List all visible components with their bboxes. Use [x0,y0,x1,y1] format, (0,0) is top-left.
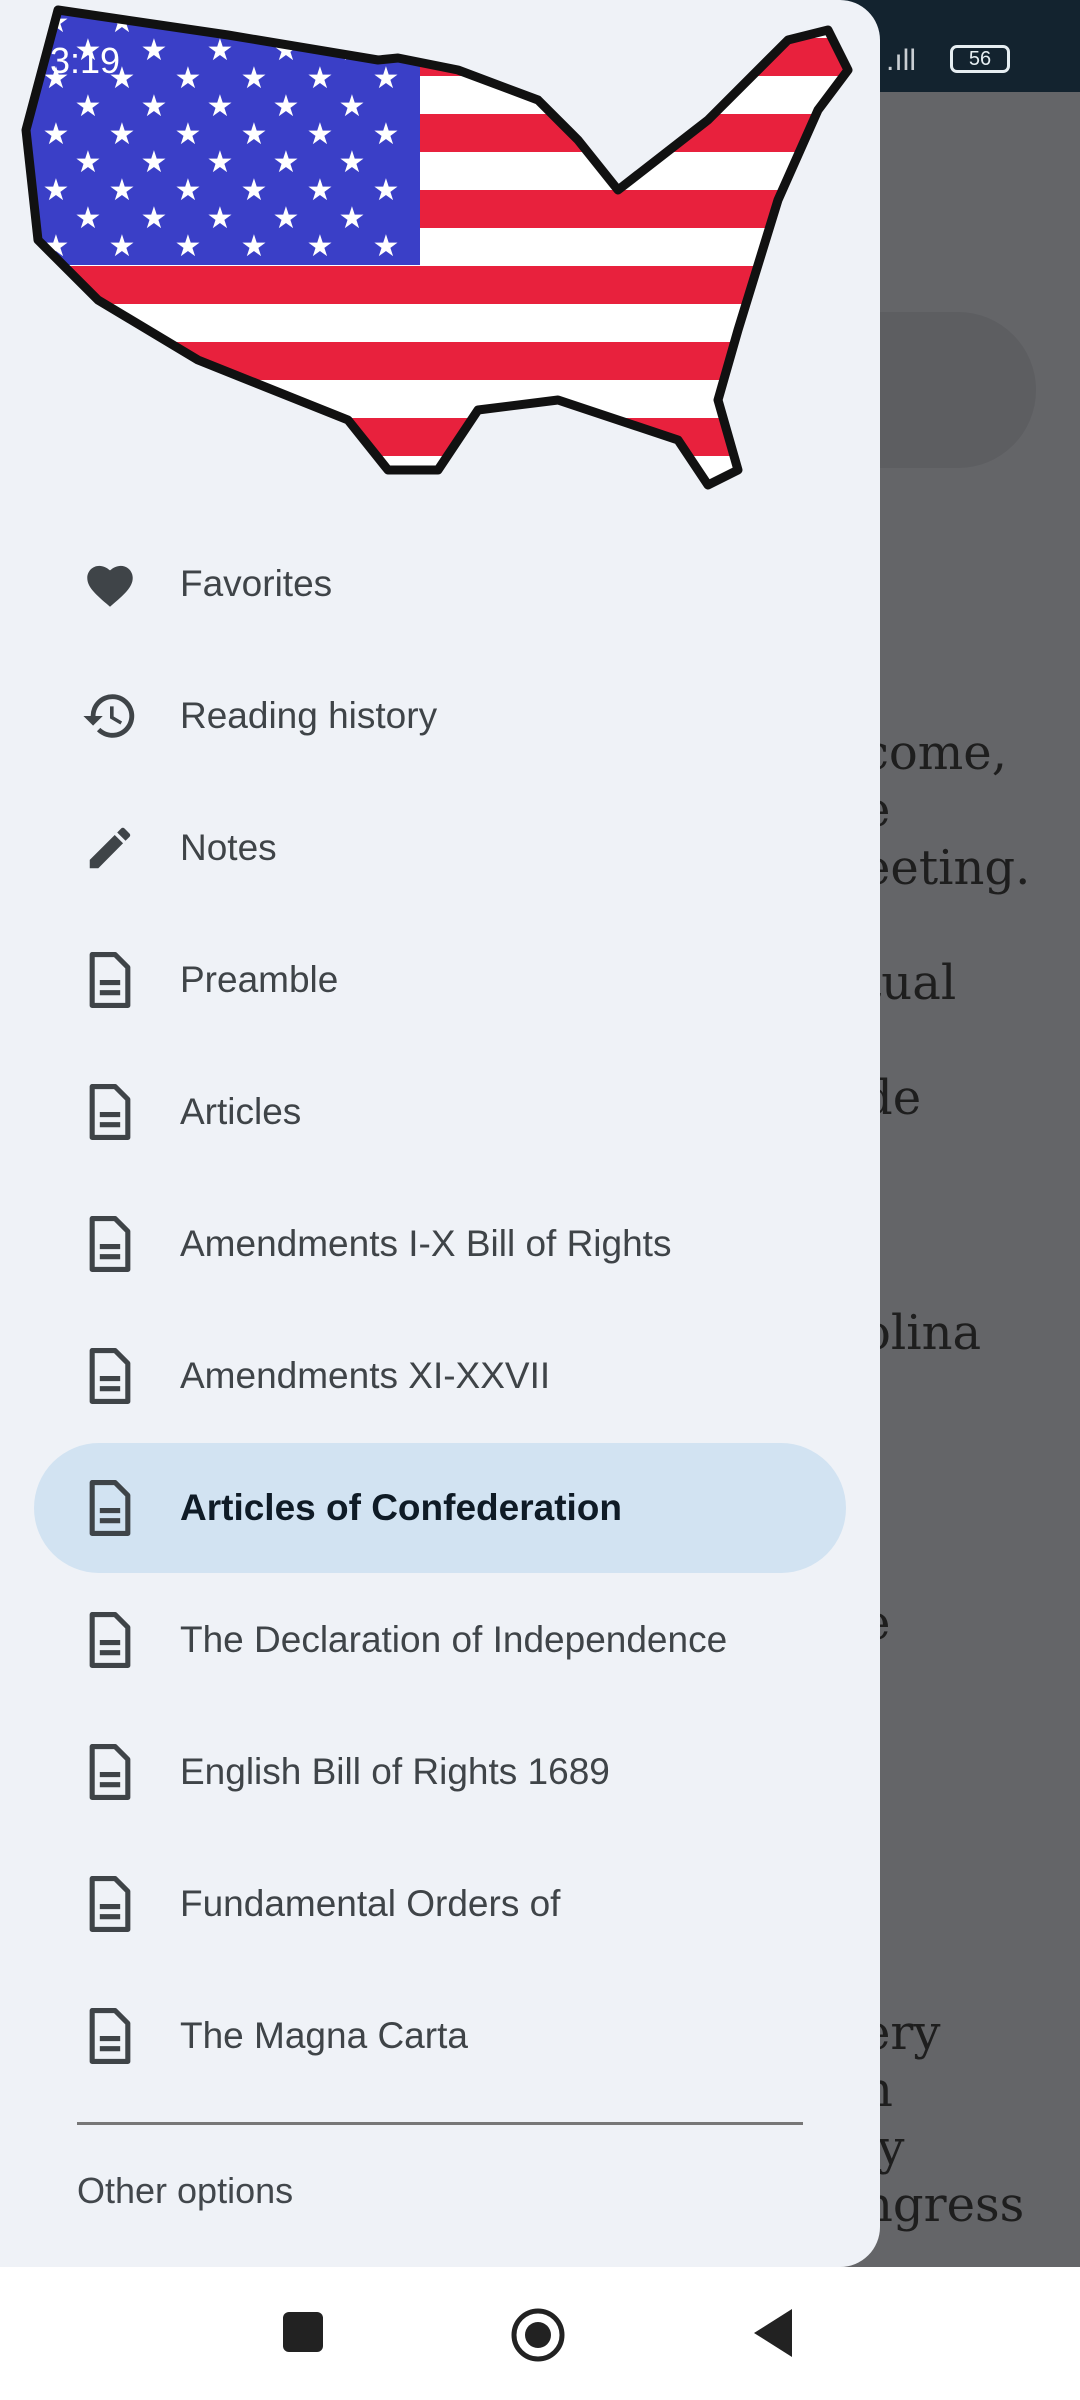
document-icon [80,1480,140,1536]
flag-star: ★ [307,6,334,39]
navigation-drawer: ★ ★ ★ ★ ★ ★ ★ ★ ★ ★ ★ ★ ★ ★ ★ ★ ★ ★ ★ ★ ★ ★ ★ ★ ★ ★ ★ ★ ★ ★ ★ ★ ★ ★ ★ ★ ★ ★ ★ ★… [0,0,880,2267]
flag-star: ★ [141,34,168,67]
document-icon [80,2008,140,2064]
flag-star: ★ [339,202,366,235]
document-icon [80,952,140,1008]
flag-star: ★ [307,174,334,207]
flag-star: ★ [175,62,202,95]
drawer-item[interactable]: Articles of Confederation [34,1443,846,1573]
drawer-item[interactable]: The Magna Carta [34,1971,846,2101]
usa-flag-map-logo: ★ ★ ★ ★ ★ ★★ ★ ★ ★ ★★ ★ ★ ★ ★ ★★ ★ ★ ★ ★★ ★ ★ ★ ★ ★★ ★ ★ ★ ★★ ★ ★ ★ ★ ★★… [21,5,853,490]
background-text: ngress [862,2177,1025,2233]
document-icon [80,1876,140,1932]
drawer-item-label: Fundamental Orders of [180,1883,561,1924]
drawer-item-label: The Magna Carta [180,2015,468,2056]
drawer-item[interactable]: Articles [34,1047,846,1177]
flag-star: ★ [241,174,268,207]
flag-star: ★ [241,62,268,95]
drawer-item[interactable]: Favorites [34,519,846,649]
drawer-item-label: Amendments I-X Bill of Rights [180,1223,672,1264]
flag-star: ★ [241,118,268,151]
document-icon [80,1216,140,1272]
flag-star: ★ [175,118,202,151]
drawer-item-label: Articles of Confederation [180,1487,622,1528]
flag-star: ★ [43,118,70,151]
document-icon [80,1744,140,1800]
drawer-item-label: Notes [180,827,277,868]
flag-star: ★ [273,146,300,179]
drawer-item-label: The Declaration of Independence [180,1619,728,1660]
drawer-item-label: Favorites [180,563,333,604]
flag-star: ★ [339,146,366,179]
drawer-item-label: Preamble [180,959,339,1000]
drawer-item[interactable]: Notes [34,783,846,913]
flag-star: ★ [207,146,234,179]
background-text: come, [862,725,1007,781]
recents-button[interactable] [283,2312,323,2352]
drawer-item[interactable]: Reading history [34,651,846,781]
document-icon [80,1612,140,1668]
flag-star: ★ [373,6,400,39]
drawer-item[interactable]: Preamble [34,915,846,1045]
battery-icon: 56 [950,45,1010,73]
history-icon [80,687,140,745]
status-time: 3:19 [50,40,121,81]
flag-star: ★ [75,90,102,123]
pencil-icon [80,821,140,875]
flag-star: ★ [141,202,168,235]
flag-star: ★ [207,202,234,235]
flag-star: ★ [141,146,168,179]
drawer-item[interactable]: Amendments XI-XXVII [34,1311,846,1441]
drawer-item-label: Reading history [180,695,438,736]
flag-star: ★ [373,118,400,151]
flag-star: ★ [207,90,234,123]
other-options-header: Other options [77,2170,294,2211]
flag-star: ★ [307,118,334,151]
drawer-item[interactable]: The Declaration of Independence [34,1575,846,1705]
document-icon [80,1348,140,1404]
flag-star: ★ [373,230,400,263]
system-navigation-bar [0,2267,1080,2400]
flag-star: ★ [109,174,136,207]
flag-star: ★ [373,174,400,207]
heart-icon [80,559,140,609]
drawer-item[interactable]: Amendments I-X Bill of Rights [34,1179,846,1309]
drawer-item[interactable]: English Bill of Rights 1689 [34,1707,846,1837]
flag-star: ★ [175,174,202,207]
flag-star: ★ [109,118,136,151]
flag-star: ★ [273,202,300,235]
flag-star: ★ [141,90,168,123]
drawer-item-label: Amendments XI-XXVII [180,1355,551,1396]
flag-star: ★ [43,174,70,207]
flag-star: ★ [241,230,268,263]
flag-star: ★ [273,90,300,123]
flag-star: ★ [109,230,136,263]
drawer-item-label: Articles [180,1091,302,1132]
flag-star: ★ [307,230,334,263]
flag-star: ★ [307,62,334,95]
flag-star: ★ [75,202,102,235]
flag-star: ★ [373,62,400,95]
drawer-item-label: English Bill of Rights 1689 [180,1751,610,1792]
home-button[interactable] [510,2307,566,2363]
background-text: eeting. [862,840,1031,896]
back-button[interactable] [752,2307,794,2359]
flag-star: ★ [175,230,202,263]
signal-icon: .ıll [886,44,916,77]
document-icon [80,1084,140,1140]
drawer-item[interactable]: Fundamental Orders of [34,1839,846,1969]
flag-star: ★ [339,90,366,123]
divider [77,2122,803,2125]
flag-star: ★ [75,146,102,179]
